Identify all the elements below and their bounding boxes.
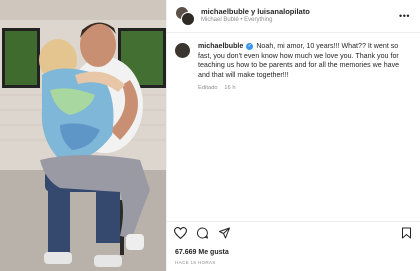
bookmark-icon[interactable]: [401, 227, 412, 239]
photo-father-son-hug: [0, 0, 166, 271]
collab-usernames[interactable]: michaelbuble y luisanalopilato: [201, 7, 310, 17]
more-icon[interactable]: •••: [399, 11, 410, 21]
likes-count[interactable]: 67.669 Me gusta: [175, 249, 229, 256]
avatar-luisanalopilato[interactable]: [181, 12, 195, 26]
header-text: michaelbuble y luisanalopilato Michael B…: [201, 7, 310, 25]
caption-username[interactable]: michaelbuble: [198, 42, 243, 50]
caption-avatar[interactable]: [175, 43, 190, 58]
verified-icon: ✓: [246, 42, 254, 50]
edited-time: 16 h: [224, 84, 236, 91]
share-icon[interactable]: [218, 227, 231, 239]
caption-content: michaelbuble ✓ Noah, mi amor, 10 years!!…: [198, 42, 412, 91]
post-sidebar: michaelbuble y luisanalopilato Michael B…: [166, 0, 420, 271]
heart-icon[interactable]: [174, 227, 187, 239]
divider: [167, 221, 420, 222]
post-header: michaelbuble y luisanalopilato Michael B…: [167, 0, 420, 33]
likes-number: 67.669: [175, 249, 197, 256]
audio-subtitle[interactable]: Michael Bublé • Everything: [201, 17, 310, 24]
collab-avatars[interactable]: [175, 6, 195, 26]
post-photo[interactable]: [0, 0, 166, 271]
caption-text-block: michaelbuble ✓ Noah, mi amor, 10 years!!…: [198, 42, 412, 81]
instagram-post: michaelbuble y luisanalopilato Michael B…: [0, 0, 420, 271]
caption: michaelbuble ✓ Noah, mi amor, 10 years!!…: [167, 33, 420, 91]
action-bar: [174, 227, 414, 241]
post-timestamp: HACE 16 HORAS: [175, 260, 216, 265]
comment-icon[interactable]: [196, 227, 209, 239]
likes-label: Me gusta: [198, 249, 229, 256]
caption-meta: Editado 16 h: [198, 85, 412, 91]
edited-label: Editado: [198, 84, 218, 91]
